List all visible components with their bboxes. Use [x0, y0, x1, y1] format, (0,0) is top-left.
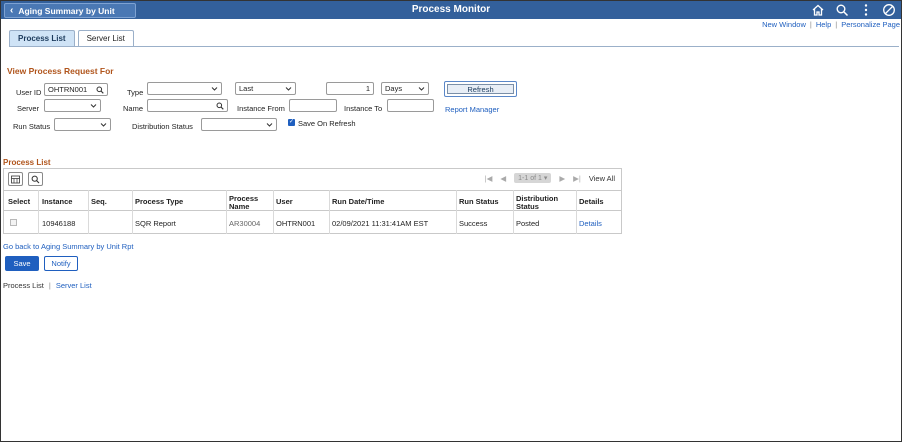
distribution-status-label: Distribution Status: [132, 122, 193, 131]
user-id-label: User ID: [16, 88, 42, 97]
last-select[interactable]: Last: [235, 82, 296, 95]
page-range-value: 1-1 of 1: [518, 175, 542, 182]
run-status-label: Run Status: [13, 122, 51, 131]
tab-divider: [9, 46, 899, 47]
back-button-label: Aging Summary by Unit: [18, 5, 115, 16]
instance-to-label: Instance To: [344, 104, 383, 113]
table-row: 10946188 SQR Report AR30004 OHTRN001 02/…: [4, 212, 621, 234]
search-icon[interactable]: [835, 3, 849, 17]
tab-server-list[interactable]: Server List: [77, 30, 134, 46]
grid-pager: |◀ ◀ 1-1 of 1 ▾ ▶ ▶| View All: [485, 173, 615, 183]
first-page-icon[interactable]: |◀: [485, 174, 493, 183]
name-input[interactable]: [147, 99, 228, 112]
cell-run-datetime: 02/09/2021 11:31:41AM EST: [332, 219, 429, 228]
instance-from-label: Instance From: [237, 104, 285, 113]
section-title-process-list: Process List: [3, 158, 51, 167]
separator: |: [835, 20, 838, 29]
page-title: Process Monitor: [411, 4, 491, 15]
back-button[interactable]: ‹ Aging Summary by Unit: [4, 3, 136, 18]
section-title-view-process: View Process Request For: [7, 66, 114, 76]
user-id-value: OHTRN001: [48, 85, 88, 94]
bottom-nav-process-list: Process List: [3, 281, 44, 290]
cell-user: OHTRN001: [276, 219, 316, 228]
chevron-down-icon: [285, 87, 292, 91]
distribution-status-select[interactable]: [201, 118, 277, 131]
grid-toolbar: |◀ ◀ 1-1 of 1 ▾ ▶ ▶| View All: [4, 169, 621, 189]
process-list-grid: |◀ ◀ 1-1 of 1 ▾ ▶ ▶| View All Select Ins…: [3, 168, 622, 234]
grid-header-row: Select Instance Seq. Process Type Proces…: [4, 190, 621, 211]
help-link[interactable]: Help: [816, 20, 831, 29]
chevron-down-icon: [418, 87, 425, 91]
bottom-nav-server-list[interactable]: Server List: [56, 281, 92, 290]
name-label: Name: [123, 104, 144, 113]
days-select[interactable]: Days: [381, 82, 429, 95]
cell-distribution-status: Posted: [516, 219, 540, 228]
home-icon[interactable]: [811, 3, 825, 17]
type-label: Type: [127, 88, 144, 97]
notify-button[interactable]: Notify: [44, 256, 78, 271]
header-bar: ‹ Aging Summary by Unit Process Monitor: [1, 1, 901, 19]
instance-to-input[interactable]: [387, 99, 434, 112]
next-page-icon[interactable]: ▶: [559, 174, 565, 183]
save-on-refresh-checkbox[interactable]: ✓: [288, 119, 295, 126]
go-back-link[interactable]: Go back to Aging Summary by Unit Rpt: [3, 242, 133, 251]
refresh-button[interactable]: Refresh: [447, 84, 514, 94]
report-manager-link[interactable]: Report Manager: [445, 105, 499, 114]
page-range-select[interactable]: 1-1 of 1 ▾: [514, 173, 552, 183]
column-header-run-status: Run Status: [459, 197, 499, 206]
save-button[interactable]: Save: [5, 256, 39, 271]
lookup-search-icon[interactable]: [216, 102, 224, 110]
find-in-grid-button[interactable]: [28, 172, 43, 186]
no-entry-icon[interactable]: [882, 3, 896, 17]
column-header-select: Select: [8, 197, 31, 206]
last-page-icon[interactable]: ▶|: [573, 174, 581, 183]
tab-process-list[interactable]: Process List: [9, 30, 75, 46]
previous-page-icon[interactable]: ◀: [500, 174, 506, 183]
column-header-details: Details: [579, 197, 604, 206]
chevron-down-icon: [266, 123, 273, 127]
cell-run-status: Success: [459, 219, 488, 228]
column-header-process-name: Process Name: [229, 194, 259, 211]
last-value: Last: [239, 84, 254, 93]
chevron-down-icon: [90, 104, 97, 108]
search-icon: [31, 175, 40, 183]
view-all-link[interactable]: View All: [589, 174, 615, 183]
count-input[interactable]: 1: [326, 82, 374, 95]
row-select-checkbox[interactable]: [10, 219, 17, 226]
run-status-select[interactable]: [54, 118, 111, 131]
type-select[interactable]: [147, 82, 222, 95]
chevron-down-icon: [100, 123, 107, 127]
server-label: Server: [17, 104, 40, 113]
count-value: 1: [365, 84, 370, 93]
column-header-seq: Seq.: [91, 197, 107, 206]
instance-from-input[interactable]: [289, 99, 337, 112]
new-window-link[interactable]: New Window: [762, 20, 806, 29]
chevron-down-icon: [211, 87, 218, 91]
kebab-menu-icon[interactable]: [859, 3, 873, 17]
cell-instance: 10946188: [42, 219, 76, 228]
personalize-grid-button[interactable]: [8, 172, 23, 186]
lookup-search-icon[interactable]: [96, 86, 104, 94]
save-on-refresh-label: Save On Refresh: [298, 119, 356, 128]
cell-process-name: AR30004: [229, 219, 261, 228]
column-header-user: User: [276, 197, 293, 206]
server-select[interactable]: [44, 99, 101, 112]
user-id-input[interactable]: OHTRN001: [44, 83, 108, 96]
column-header-instance: Instance: [42, 197, 73, 206]
column-header-run-datetime: Run Date/Time: [332, 197, 385, 206]
column-header-distribution-status: Distribution Status: [516, 194, 559, 211]
separator: |: [48, 281, 51, 290]
grid-settings-icon: [11, 175, 20, 183]
separator: |: [809, 20, 812, 29]
cell-process-type: SQR Report: [135, 219, 176, 228]
personalize-page-link[interactable]: Personalize Page: [841, 20, 900, 29]
tab-bar: Process List Server List: [9, 30, 134, 46]
bottom-nav: Process List | Server List: [3, 281, 92, 290]
days-value: Days: [385, 84, 403, 93]
top-links: New Window | Help | Personalize Page: [762, 20, 900, 29]
chevron-left-icon: ‹: [10, 5, 14, 16]
details-link[interactable]: Details: [579, 219, 602, 228]
refresh-button-focus-ring: Refresh: [444, 81, 517, 97]
column-header-process-type: Process Type: [135, 197, 184, 206]
